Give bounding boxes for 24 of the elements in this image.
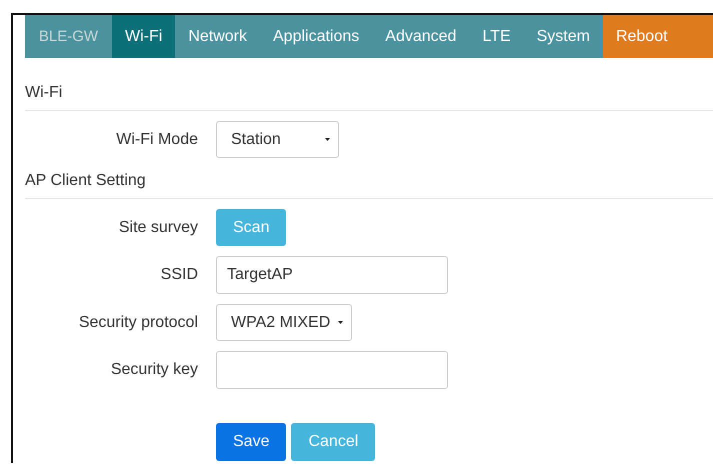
nav-tab[interactable]: Advanced	[372, 15, 470, 58]
nav-tab[interactable]: LTE	[469, 15, 524, 58]
nav-tab[interactable]: Network	[175, 15, 260, 58]
nav-tab[interactable]: Applications	[260, 15, 372, 58]
caret-icon	[325, 137, 330, 142]
select-field[interactable]: Station	[216, 121, 339, 158]
caret-icon	[338, 320, 344, 325]
field-label: SSID	[160, 266, 198, 284]
brand-link[interactable]: BLE-GW	[25, 15, 112, 58]
field-label: Wi-Fi Mode	[115, 130, 198, 148]
cancel-button[interactable]: Cancel	[291, 423, 376, 461]
nav-tab[interactable]: System	[524, 15, 603, 58]
field-label: Security protocol	[78, 314, 198, 332]
reboot-button[interactable]: Reboot	[602, 15, 713, 58]
field-label: Security key	[110, 361, 198, 379]
input-field[interactable]: TargetAP	[216, 256, 448, 294]
scan-button[interactable]: Scan	[216, 209, 286, 246]
input-field[interactable]	[216, 351, 448, 389]
section-title: AP Client Setting	[25, 158, 713, 199]
nav-tab[interactable]: Wi-Fi	[112, 15, 176, 58]
save-button[interactable]: Save	[216, 423, 286, 461]
field-label: Site survey	[118, 218, 198, 236]
section-title: Wi-Fi	[25, 58, 713, 111]
select-field[interactable]: WPA2 MIXED	[216, 304, 352, 341]
